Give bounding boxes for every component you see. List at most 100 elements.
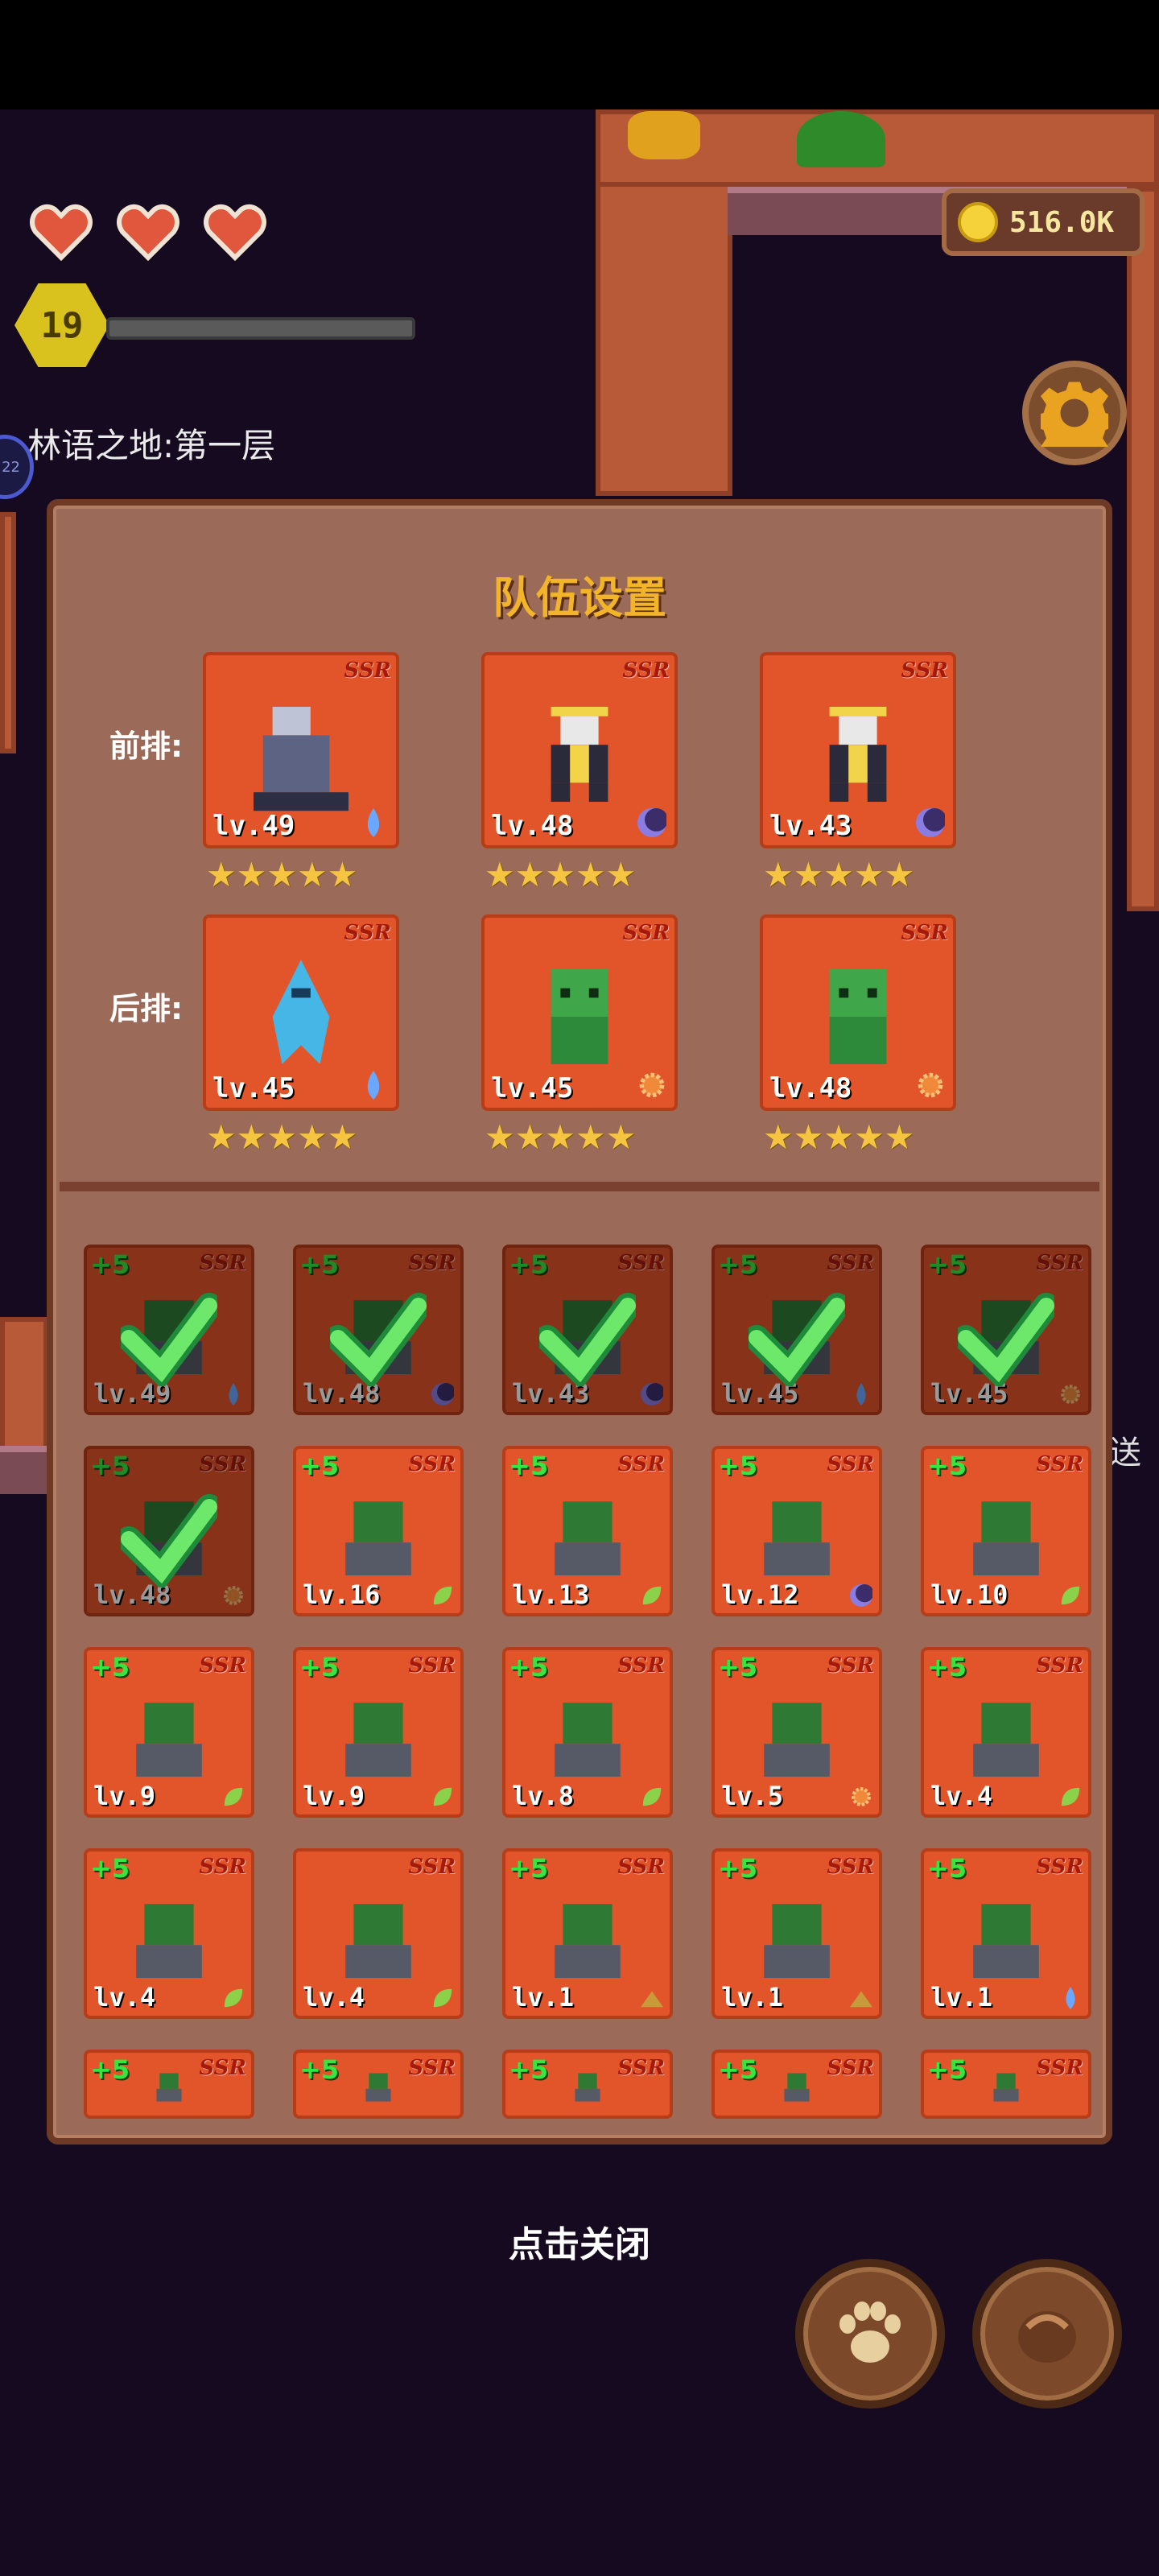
close-hint[interactable]: 点击关闭	[0, 2215, 1159, 2267]
unit-sprite	[957, 1888, 1055, 1986]
rarity-badge: SSR	[827, 1452, 874, 1476]
back-slot-1[interactable]: SSR lv.45	[203, 914, 399, 1111]
unit-sprite	[120, 1686, 218, 1785]
roster-card[interactable]: +5 SSR	[711, 2050, 882, 2119]
rarity-badge: SSR	[617, 1653, 665, 1678]
roster-card[interactable]: +5 SSR	[84, 2050, 254, 2119]
checkmark-icon	[116, 1491, 222, 1591]
back-slot-3[interactable]: SSR lv.48	[760, 914, 956, 1111]
unit-level: lv.8	[512, 1781, 575, 1811]
upgrade-badge: +5	[718, 1652, 758, 1682]
unit-level: lv.45	[212, 1072, 295, 1104]
unit-sprite	[748, 1686, 846, 1785]
unit-level: lv.1	[512, 1982, 575, 2013]
armored-knight-icon	[801, 697, 915, 811]
roster-card[interactable]: +5 SSR lv.1	[711, 1848, 882, 2019]
unit-sprite	[748, 1485, 846, 1583]
heart-icon	[29, 203, 93, 262]
upgrade-badge: +5	[299, 1652, 340, 1682]
panel-title: 队伍设置	[493, 572, 666, 623]
unit-level: lv.9	[93, 1781, 156, 1811]
paw-icon	[839, 2301, 901, 2363]
roster-card[interactable]: +5 SSR lv.9	[293, 1647, 464, 1818]
side-label[interactable]: 送	[1109, 1426, 1141, 1473]
star-rating: ★★★★★	[485, 1117, 637, 1157]
roster-card[interactable]: +5 SSR lv.9	[84, 1647, 254, 1818]
checkmark-icon	[953, 1290, 1059, 1390]
rarity-badge: SSR	[1036, 1251, 1083, 1275]
bag-button[interactable]	[972, 2259, 1122, 2409]
health-hearts	[29, 203, 267, 262]
upgrade-badge: +5	[90, 1249, 130, 1280]
roster-card[interactable]: +5 SSR	[921, 2050, 1091, 2119]
pet-button[interactable]	[795, 2259, 945, 2409]
roster-card[interactable]: +5 SSR lv.1	[502, 1848, 673, 2019]
leaf-icon	[431, 1785, 454, 1808]
roster-card[interactable]: +5 SSR lv.12	[711, 1446, 882, 1616]
rarity-badge: SSR	[827, 1251, 874, 1275]
rarity-badge: SSR	[622, 658, 670, 683]
rarity-badge: SSR	[901, 921, 948, 945]
status-bar	[0, 0, 1159, 109]
green-goblin-icon	[801, 960, 915, 1074]
unit-level: lv.43	[769, 810, 852, 842]
team-settings-panel: 队伍设置 前排: 后排: SSR lv.49 ★★★★★ SSR lv.48 ★★★★★ S…	[47, 499, 1112, 2145]
rarity-badge: SSR	[827, 2056, 874, 2080]
rarity-badge: SSR	[408, 1653, 456, 1678]
heart-icon	[203, 203, 267, 262]
upgrade-badge: +5	[299, 1451, 340, 1481]
front-slot-2[interactable]: SSR lv.48	[481, 652, 678, 848]
unit-level: lv.48	[491, 810, 574, 842]
rarity-badge: SSR	[622, 921, 670, 945]
roster-card[interactable]: +5 SSR lv.10	[921, 1446, 1091, 1616]
rarity-badge: SSR	[1036, 1452, 1083, 1476]
unit-sprite	[957, 1485, 1055, 1583]
unit-level: lv.9	[303, 1781, 365, 1811]
front-slot-1[interactable]: SSR lv.49	[203, 652, 399, 848]
unit-sprite	[329, 1485, 427, 1583]
water-icon	[359, 808, 388, 837]
unit-level: lv.10	[930, 1579, 1008, 1610]
roster-card[interactable]: +5 SSR lv.16	[293, 1446, 464, 1616]
rarity-badge: SSR	[199, 1855, 246, 1879]
roster-card[interactable]: +5 SSR lv.13	[502, 1446, 673, 1616]
unit-level: lv.45	[491, 1072, 574, 1104]
unit-level: lv.4	[930, 1781, 993, 1811]
roster-card[interactable]: +5 SSR lv.4	[84, 1848, 254, 2019]
roster-card[interactable]: +5 SSR lv.4	[921, 1647, 1091, 1818]
rarity-badge: SSR	[344, 921, 391, 945]
water-icon	[359, 1071, 388, 1100]
star-rating: ★★★★★	[763, 1117, 915, 1157]
back-slot-2[interactable]: SSR lv.45	[481, 914, 678, 1111]
coin-amount: 516.0K	[1009, 205, 1115, 239]
rarity-badge: SSR	[408, 2056, 456, 2080]
map-path	[0, 1317, 48, 1462]
upgrade-badge: +5	[299, 2054, 340, 2085]
unit-level: lv.16	[303, 1579, 381, 1610]
water-icon	[850, 1383, 872, 1406]
rarity-badge: SSR	[827, 1855, 874, 1879]
front-slot-3[interactable]: SSR lv.43	[760, 652, 956, 848]
upgrade-badge: +5	[718, 1853, 758, 1884]
settings-button[interactable]	[1022, 361, 1127, 465]
leaf-icon	[431, 1584, 454, 1607]
front-row-label: 前排:	[109, 729, 184, 764]
rarity-badge: SSR	[408, 1855, 456, 1879]
slime-enemy[interactable]	[797, 111, 885, 167]
upgrade-badge: +5	[509, 1853, 549, 1884]
gold-pile[interactable]	[628, 111, 700, 159]
rarity-badge: SSR	[408, 1251, 456, 1275]
unit-sprite	[329, 1888, 427, 1986]
roster-card[interactable]: +5 SSR lv.1	[921, 1848, 1091, 2019]
roster-card[interactable]: +5 SSR lv.8	[502, 1647, 673, 1818]
upgrade-badge: +5	[299, 1249, 340, 1280]
roster-card[interactable]: SSR lv.4	[293, 1848, 464, 2019]
coin-counter: 516.0K	[942, 188, 1145, 256]
roster-card[interactable]: +5 SSR lv.5	[711, 1647, 882, 1818]
rarity-badge: SSR	[827, 1653, 874, 1678]
roster-card[interactable]: +5 SSR	[502, 2050, 673, 2119]
unit-level: lv.5	[721, 1781, 784, 1811]
roster-card[interactable]: +5 SSR	[293, 2050, 464, 2119]
leaf-icon	[641, 1584, 663, 1607]
heart-icon	[116, 203, 180, 262]
